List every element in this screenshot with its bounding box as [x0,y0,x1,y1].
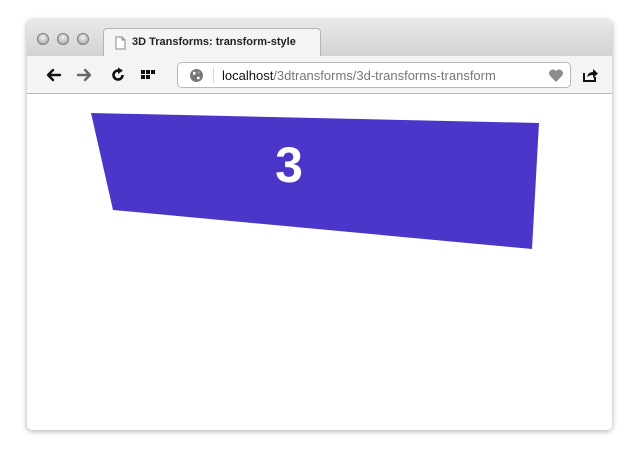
top-sites-button[interactable] [137,64,159,86]
document-icon [115,36,126,50]
url-separator [213,67,214,83]
title-bar: 3D Transforms: transform-style [27,20,612,57]
back-button[interactable] [43,64,65,86]
url-path: /3dtransforms/3d-transforms-transform [273,68,496,83]
tab-active[interactable]: 3D Transforms: transform-style [103,28,321,57]
share-icon [582,69,598,82]
minimize-window-button[interactable] [57,33,69,45]
browser-window: 3D Transforms: transform-style localhost… [27,20,612,430]
tab-title: 3D Transforms: transform-style [132,36,296,48]
forward-button[interactable] [73,64,95,86]
reload-icon [112,67,124,81]
reload-button[interactable] [107,64,129,86]
url-host: localhost [222,68,274,83]
address-bar[interactable]: localhost/3dtransforms/3d-transforms-tra… [177,62,571,88]
back-arrow-icon [46,68,62,82]
browser-toolbar: localhost/3dtransforms/3d-transforms-tra… [27,56,612,94]
top-sites-grid-icon [141,70,155,79]
globe-icon [190,69,203,82]
zoom-window-button[interactable] [77,33,89,45]
close-window-button[interactable] [37,33,49,45]
panel-label: 3 [275,137,303,193]
forward-arrow-icon [76,68,92,82]
url-text[interactable]: localhost/3dtransforms/3d-transforms-tra… [222,68,496,83]
heart-icon[interactable] [548,68,564,83]
page-content: 3 [27,94,612,430]
share-button[interactable] [579,64,601,86]
